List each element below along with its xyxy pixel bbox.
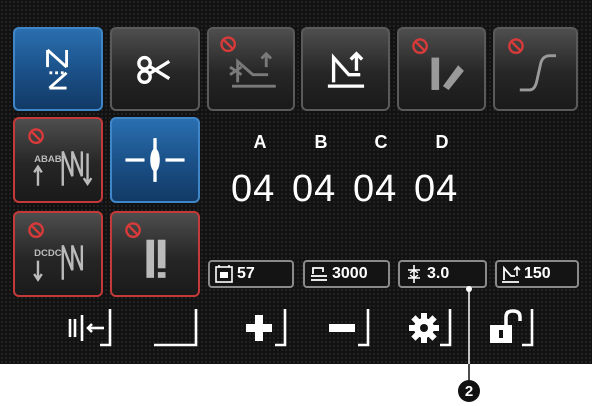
gear-icon	[409, 309, 452, 347]
stitch-pitch-box[interactable]: 3.0	[398, 260, 487, 288]
svg-text:DCDC: DCDC	[34, 248, 62, 259]
stitch-length-icon	[408, 265, 420, 283]
disabled-mark-icon	[125, 222, 141, 239]
plus-button[interactable]	[235, 305, 291, 351]
sewing-speed-value: 3000	[332, 265, 368, 282]
pattern-label-b: B	[314, 132, 328, 152]
stitch-counter-value: 57	[237, 265, 255, 282]
thread-wiper-button[interactable]	[397, 27, 486, 111]
needle-position-button[interactable]	[110, 117, 200, 203]
thread-trim-button[interactable]	[110, 27, 200, 111]
disabled-mark-icon	[28, 222, 44, 239]
plus-icon	[246, 309, 287, 347]
presser-height-value: 150	[524, 265, 551, 282]
backtack-dcdc-icon: DCDC	[28, 222, 84, 282]
disabled-mark-icon	[28, 128, 44, 145]
wiper-icon	[412, 38, 464, 90]
pattern-value-a[interactable]: 04	[231, 168, 275, 211]
settings-button[interactable]	[400, 305, 456, 351]
thread-check-icon	[125, 222, 166, 278]
soft-start-button[interactable]	[493, 27, 578, 111]
disabled-mark-icon	[412, 38, 428, 54]
pattern-value-c[interactable]: 04	[353, 168, 397, 211]
presser-height-icon	[502, 265, 521, 283]
speed-icon	[311, 267, 327, 281]
backtack-abab-button[interactable]: ABAB	[13, 117, 103, 203]
pattern-label-d: D	[435, 132, 449, 152]
stitch-counter-box[interactable]: 57	[208, 260, 294, 288]
disabled-mark-icon	[220, 36, 236, 53]
minus-icon	[329, 309, 370, 347]
pattern-value-b[interactable]: 04	[292, 168, 336, 211]
minus-button[interactable]	[318, 305, 374, 351]
sewing-speed-box[interactable]: 3000	[303, 260, 390, 288]
auto-lift-button[interactable]	[207, 27, 295, 111]
lock-button[interactable]	[482, 305, 538, 351]
presser-foot-up-icon	[327, 51, 365, 88]
scissors-icon	[137, 55, 171, 84]
needle-align-icon	[68, 309, 112, 347]
pattern-value-d[interactable]: 04	[414, 168, 458, 211]
backtack-dcdc-button[interactable]: DCDC	[13, 211, 103, 297]
presser-lift-trim-icon	[220, 36, 276, 88]
unlock-icon	[490, 309, 534, 347]
pattern-label-a: A	[253, 132, 267, 152]
callout-number-badge: 2	[458, 380, 480, 402]
blank-function-button[interactable]	[150, 305, 202, 351]
stitch-pitch-value: 3.0	[427, 265, 450, 282]
bobbin-counter-button[interactable]	[110, 211, 200, 297]
sewing-pattern-button[interactable]	[13, 27, 103, 111]
svg-text:ABAB: ABAB	[34, 154, 62, 165]
needle-align-button[interactable]	[60, 305, 116, 351]
disabled-mark-icon	[508, 38, 524, 54]
backtack-abab-icon: ABAB	[28, 128, 93, 186]
presser-height-box[interactable]: 150	[495, 260, 579, 288]
counter-icon	[215, 265, 233, 283]
presser-foot-lift-button[interactable]	[301, 27, 390, 111]
pattern-label-c: C	[374, 132, 388, 152]
needle-center-icon	[125, 138, 185, 182]
soft-start-curve-icon	[508, 38, 556, 92]
zigzag-pattern-icon	[46, 48, 68, 90]
control-panel-screen: ABAB DCDC A B C D 04 04 04 04 57 3000 3.…	[0, 0, 592, 364]
